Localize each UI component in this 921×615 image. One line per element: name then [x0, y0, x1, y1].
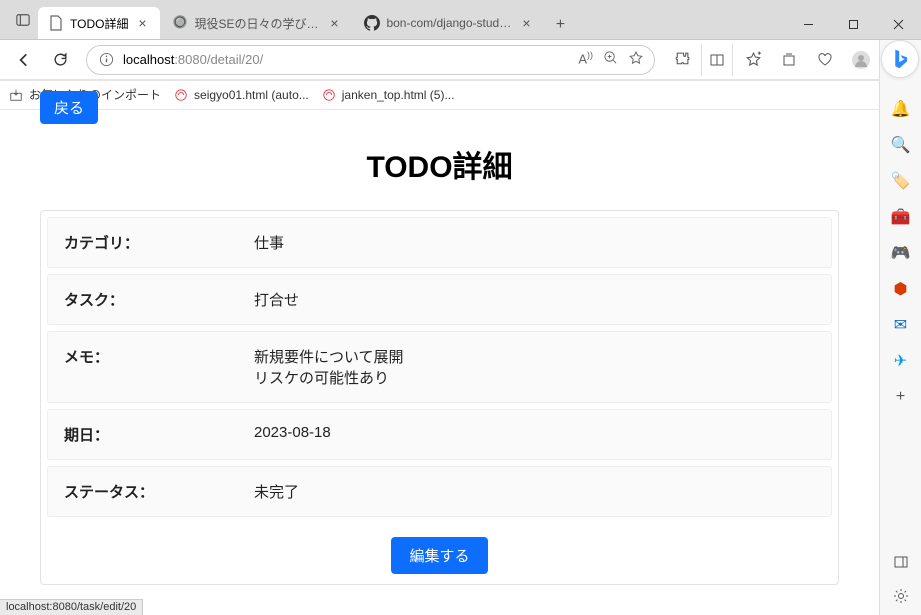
status-bar: localhost:8080/task/edit/20 [0, 599, 143, 615]
row-label: ステータス： [64, 481, 254, 502]
close-icon[interactable]: × [326, 15, 342, 31]
tab-well: TODO詳細 × 🔘 現役SEの日々の学び｜ぼんの備忘録 × bon-com/d… [0, 5, 786, 39]
back-link-button[interactable]: 戻る [40, 91, 98, 124]
send-icon[interactable]: ✈ [890, 350, 912, 372]
page-title: TODO詳細 [40, 142, 839, 186]
split-icon[interactable] [701, 44, 733, 76]
favorite-icon[interactable] [628, 50, 644, 69]
plus-icon[interactable]: + [890, 386, 912, 408]
profile-icon[interactable] [845, 44, 877, 76]
row-label: タスク： [64, 289, 254, 310]
favicon-icon: 🔘 [172, 15, 188, 31]
edge-sidebar: 🔔 🔍 🏷️ 🧰 🎮 ⬢ ✉ ✈ + [879, 40, 921, 615]
viewport: 戻る TODO詳細 カテゴリ： 仕事 タスク： 打合せ メモ： 新規要件について… [0, 80, 879, 599]
tab-github[interactable]: bon-com/django-study-04: Djan × [354, 7, 544, 39]
back-button[interactable] [8, 44, 40, 76]
bing-button[interactable] [881, 40, 919, 78]
info-icon[interactable] [97, 51, 115, 69]
toolbar: localhost:8080/detail/20/ A)) [0, 40, 921, 80]
titlebar: TODO詳細 × 🔘 現役SEの日々の学び｜ぼんの備忘録 × bon-com/d… [0, 0, 921, 40]
row-label: カテゴリ： [64, 232, 254, 253]
window-controls [786, 9, 921, 39]
close-icon[interactable]: × [518, 15, 534, 31]
row-due: 期日： 2023-08-18 [47, 409, 832, 460]
detail-card: カテゴリ： 仕事 タスク： 打合せ メモ： 新規要件について展開 リスケの可能性… [40, 210, 839, 585]
row-task: タスク： 打合せ [47, 274, 832, 325]
edit-button[interactable]: 編集する [391, 537, 487, 574]
new-tab-button[interactable]: + [546, 11, 574, 39]
row-value: 未完了 [254, 481, 299, 502]
outlook-icon[interactable]: ✉ [890, 314, 912, 336]
tab-title: TODO詳細 [70, 15, 128, 32]
row-status: ステータス： 未完了 [47, 466, 832, 517]
row-value: 新規要件について展開 リスケの可能性あり [254, 346, 404, 388]
page-content: 戻る TODO詳細 カテゴリ： 仕事 タスク： 打合せ メモ： 新規要件について… [0, 81, 879, 599]
zoom-icon[interactable] [603, 50, 618, 69]
collections-icon[interactable] [773, 44, 805, 76]
row-value: 2023-08-18 [254, 424, 331, 445]
tab-blog[interactable]: 🔘 現役SEの日々の学び｜ぼんの備忘録 × [162, 7, 352, 39]
github-icon [364, 15, 380, 31]
tab-todo-detail[interactable]: TODO詳細 × [38, 7, 160, 39]
row-value: 打合せ [254, 289, 299, 310]
tag-icon[interactable]: 🏷️ [890, 170, 912, 192]
edit-button-wrap: 編集する [47, 523, 832, 578]
row-label: メモ： [64, 346, 254, 388]
address-bar[interactable]: localhost:8080/detail/20/ A)) [86, 45, 655, 75]
row-memo: メモ： 新規要件について展開 リスケの可能性あり [47, 331, 832, 403]
close-button[interactable] [876, 9, 921, 39]
refresh-button[interactable] [44, 44, 76, 76]
extensions-icon[interactable] [665, 44, 697, 76]
heart-icon[interactable] [809, 44, 841, 76]
favorites-icon[interactable] [737, 44, 769, 76]
row-label: 期日： [64, 424, 254, 445]
office-icon[interactable]: ⬢ [890, 278, 912, 300]
tab-title: bon-com/django-study-04: Djan [386, 16, 512, 30]
tools-icon[interactable]: 🧰 [890, 206, 912, 228]
close-icon[interactable]: × [134, 15, 150, 31]
tab-actions-button[interactable] [8, 5, 38, 35]
page-icon [48, 15, 64, 31]
bell-icon[interactable]: 🔔 [890, 98, 912, 120]
games-icon[interactable]: 🎮 [890, 242, 912, 264]
tab-title: 現役SEの日々の学び｜ぼんの備忘録 [194, 15, 320, 32]
settings-icon[interactable] [890, 585, 912, 607]
read-aloud-icon[interactable]: A)) [578, 50, 593, 69]
url-text: localhost:8080/detail/20/ [123, 52, 263, 67]
minimize-button[interactable] [786, 9, 831, 39]
sidebar-toggle-icon[interactable] [890, 551, 912, 573]
search-icon[interactable]: 🔍 [890, 134, 912, 156]
row-value: 仕事 [254, 232, 284, 253]
row-category: カテゴリ： 仕事 [47, 217, 832, 268]
maximize-button[interactable] [831, 9, 876, 39]
